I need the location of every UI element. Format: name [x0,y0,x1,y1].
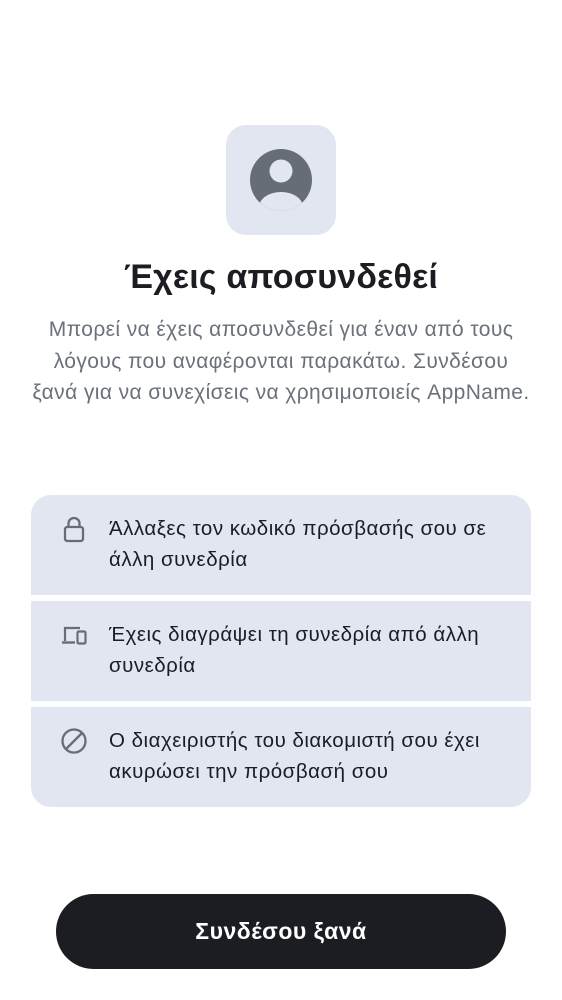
avatar-tile [226,125,336,235]
page-title: Έχεις αποσυνδεθεί [123,258,439,296]
reason-item-password-changed: Άλλαξες τον κωδικό πρόσβασής σου σε άλλη… [31,495,531,595]
reason-text: Ο διαχειριστής του διακομιστή σου έχει α… [109,729,480,783]
reason-item-access-revoked: Ο διαχειριστής του διακομιστή σου έχει α… [31,707,531,807]
reasons-list: Άλλαξες τον κωδικό πρόσβασής σου σε άλλη… [31,495,531,807]
reason-text: Άλλαξες τον κωδικό πρόσβασής σου σε άλλη… [109,517,487,571]
reason-text: Έχεις διαγράψει τη συνεδρία από άλλη συν… [109,623,480,677]
page-subtitle: Μπορεί να έχεις αποσυνδεθεί για έναν από… [32,318,530,404]
signed-out-screen: Έχεις αποσυνδεθεί Μπορεί να έχεις αποσυν… [0,0,562,1000]
user-avatar-icon [250,149,312,211]
sign-in-again-button[interactable]: Συνδέσου ξανά [56,894,506,969]
block-icon [61,728,87,754]
lock-icon [63,516,85,543]
devices-icon [62,626,87,645]
reason-item-session-deleted: Έχεις διαγράψει τη συνεδρία από άλλη συν… [31,601,531,701]
